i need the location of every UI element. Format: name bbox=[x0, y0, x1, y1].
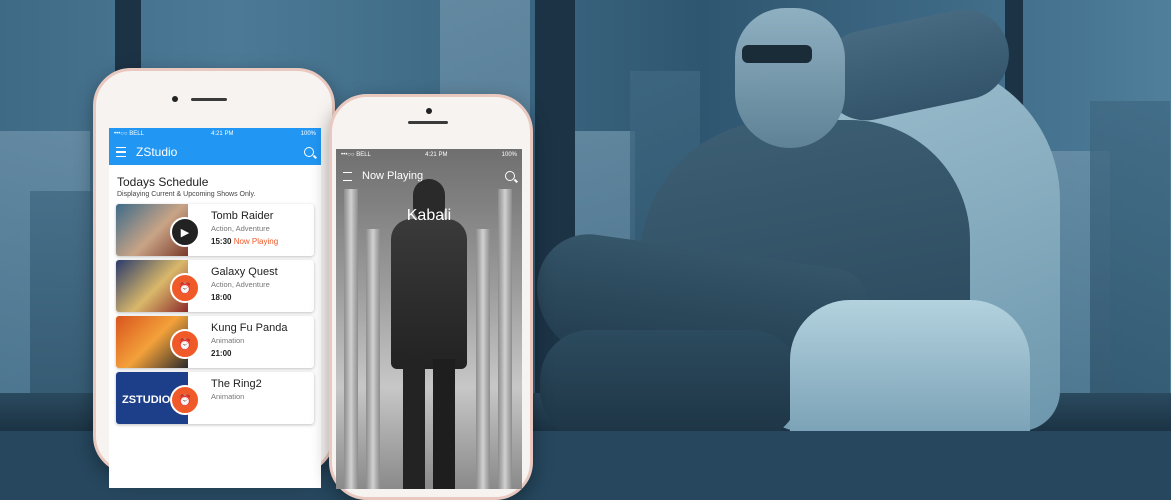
app-title: Now Playing bbox=[362, 170, 424, 182]
show-card[interactable]: ▶ Tomb Raider Action, Adventure 15:30 No… bbox=[116, 204, 314, 256]
play-icon[interactable]: ▶ bbox=[170, 217, 200, 247]
app-title: ZStudio bbox=[136, 145, 178, 159]
show-thumbnail: ▶ bbox=[116, 204, 200, 256]
carrier-label: •••○○ BELL bbox=[114, 130, 144, 137]
show-name: The Ring2 bbox=[211, 378, 262, 390]
toolbar: Now Playing bbox=[336, 163, 522, 189]
thumbnail-logo-text: ZSTUDIO bbox=[122, 394, 171, 406]
toolbar: ZStudio bbox=[109, 139, 321, 165]
movie-title: Kabali bbox=[406, 207, 452, 224]
show-time: 21:00 bbox=[211, 349, 232, 358]
movie-poster-figure bbox=[381, 179, 477, 489]
show-name: Galaxy Quest bbox=[211, 266, 278, 278]
clock-label: 4:21 PM bbox=[211, 130, 234, 137]
show-name: Kung Fu Panda bbox=[211, 322, 288, 334]
phone-schedule: •••○○ BELL 4:21 PM 100% ZStudio Todays S… bbox=[93, 68, 335, 488]
speaker bbox=[191, 98, 227, 101]
show-genre: Animation bbox=[211, 336, 245, 345]
show-card[interactable]: ⏰ Galaxy Quest Action, Adventure 18:00 bbox=[116, 260, 314, 312]
schedule-title: Todays Schedule bbox=[117, 175, 209, 189]
now-playing-badge: Now Playing bbox=[233, 237, 279, 246]
alarm-icon[interactable]: ⏰ bbox=[170, 329, 200, 359]
show-genre: Animation bbox=[211, 392, 245, 401]
show-thumbnail: ⏰ bbox=[116, 260, 200, 312]
search-icon[interactable] bbox=[505, 171, 515, 181]
schedule-screen: •••○○ BELL 4:21 PM 100% ZStudio Todays S… bbox=[109, 128, 321, 488]
show-card[interactable]: ZSTUDIO ⏰ The Ring2 Animation bbox=[116, 372, 314, 424]
battery-label: 100% bbox=[501, 151, 517, 158]
front-camera bbox=[172, 96, 178, 102]
menu-icon[interactable] bbox=[343, 171, 352, 181]
phone-now-playing: •••○○ BELL 4:21 PM 100% Now Playing Kaba… bbox=[329, 94, 533, 500]
app-bar: •••○○ BELL 4:21 PM 100% ZStudio bbox=[109, 128, 321, 165]
status-bar: •••○○ BELL 4:21 PM 100% bbox=[109, 128, 321, 139]
show-thumbnail: ⏰ bbox=[116, 316, 200, 368]
alarm-icon[interactable]: ⏰ bbox=[170, 273, 200, 303]
battery-label: 100% bbox=[300, 130, 316, 137]
carrier-label: •••○○ BELL bbox=[341, 151, 371, 158]
show-thumbnail: ZSTUDIO ⏰ bbox=[116, 372, 200, 424]
speaker bbox=[408, 121, 448, 124]
show-name: Tomb Raider bbox=[211, 210, 274, 222]
show-card[interactable]: ⏰ Kung Fu Panda Animation 21:00 bbox=[116, 316, 314, 368]
schedule-subtitle: Displaying Current & Upcoming Shows Only… bbox=[117, 191, 256, 198]
sunglasses bbox=[742, 45, 812, 63]
search-icon[interactable] bbox=[304, 147, 314, 157]
alarm-icon[interactable]: ⏰ bbox=[170, 385, 200, 415]
now-playing-screen: •••○○ BELL 4:21 PM 100% Now Playing Kaba… bbox=[336, 149, 522, 489]
menu-icon[interactable] bbox=[116, 147, 126, 157]
show-genre: Action, Adventure bbox=[211, 224, 270, 233]
status-bar: •••○○ BELL 4:21 PM 100% bbox=[336, 149, 522, 160]
show-time: 18:00 bbox=[211, 293, 232, 302]
clock-label: 4:21 PM bbox=[425, 151, 448, 158]
show-genre: Action, Adventure bbox=[211, 280, 270, 289]
front-camera bbox=[426, 108, 432, 114]
show-time: 15:30 bbox=[211, 237, 232, 246]
